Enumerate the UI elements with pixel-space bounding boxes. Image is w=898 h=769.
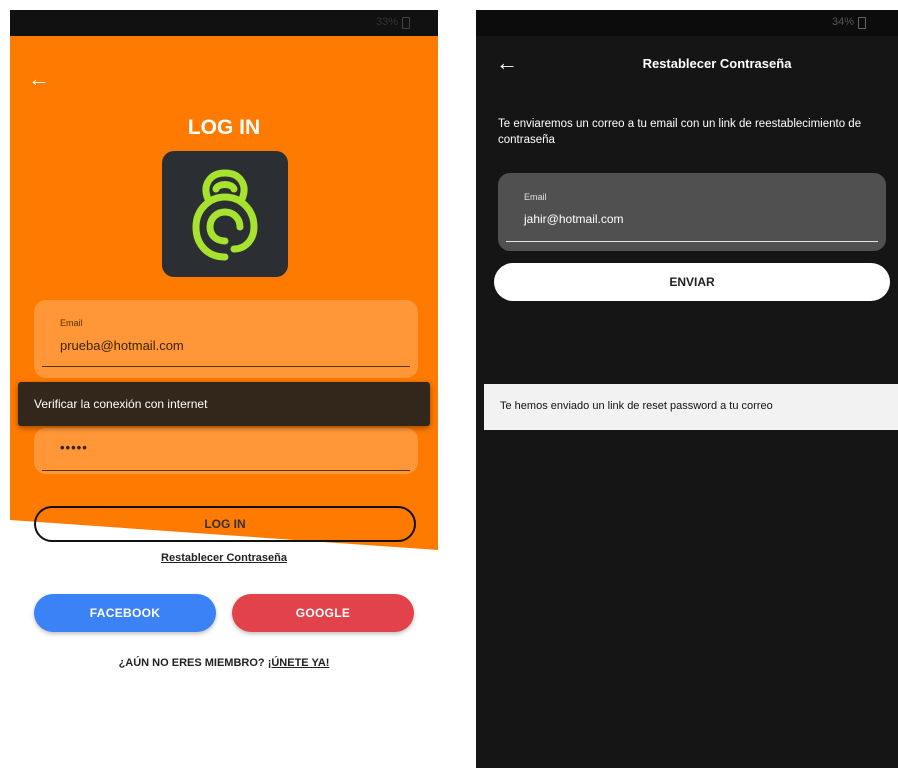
battery-icon	[858, 17, 866, 29]
send-button[interactable]: ENVIAR	[494, 263, 890, 301]
snackbar-message: Verificar la conexión con internet	[34, 397, 208, 411]
join-link[interactable]: ¡ÚNETE YA!	[268, 657, 330, 669]
email-underline	[506, 241, 878, 242]
signup-prompt: ¿AÚN NO ERES MIEMBRO? ¡ÚNETE YA!	[10, 657, 438, 669]
connection-snackbar: Verificar la conexión con internet	[18, 382, 430, 426]
password-input[interactable]: •••••	[60, 440, 88, 455]
email-label: Email	[60, 318, 83, 328]
reset-instructions: Te enviaremos un correo a tu email con u…	[498, 118, 862, 146]
status-bar: 33%	[10, 10, 438, 36]
email-label: Email	[524, 192, 547, 202]
header-title: Restablecer Contraseña	[642, 56, 792, 71]
password-field[interactable]: •••••	[34, 428, 418, 474]
password-underline	[42, 470, 410, 471]
google-login-button[interactable]: GOOGLE	[232, 594, 414, 632]
confirmation-toast: Te hemos enviado un link de reset passwo…	[484, 384, 898, 430]
battery-percentage: 34%	[831, 16, 854, 28]
email-field[interactable]: Email jahir@hotmail.com	[498, 173, 886, 251]
facebook-login-button[interactable]: FACEBOOK	[34, 594, 216, 632]
email-input[interactable]: jahir@hotmail.com	[524, 212, 624, 226]
login-button[interactable]: LOG IN	[34, 506, 416, 542]
member-question: ¿AÚN NO ERES MIEMBRO?	[118, 657, 265, 669]
email-input[interactable]: prueba@hotmail.com	[60, 338, 184, 353]
kettlebell-logo-icon	[192, 169, 258, 261]
login-screen: 33% ← LOG IN Email prueba@hotmail.com ••…	[10, 10, 438, 768]
toast-message: Te hemos enviado un link de reset passwo…	[500, 400, 773, 412]
status-bar: 34%	[476, 10, 898, 36]
reset-password-link[interactable]: Restablecer Contraseña	[161, 552, 287, 564]
back-arrow-icon[interactable]: ←	[28, 68, 50, 90]
reset-password-screen: 34% ← Restablecer Contraseña Te enviarem…	[476, 10, 898, 768]
email-underline	[42, 366, 410, 367]
app-logo	[162, 151, 288, 277]
page-title: LOG IN	[187, 116, 261, 139]
battery-percentage: 33%	[375, 16, 398, 28]
reset-password-row: Restablecer Contraseña	[10, 548, 438, 566]
email-field[interactable]: Email prueba@hotmail.com	[34, 300, 418, 378]
battery-icon	[402, 17, 410, 29]
